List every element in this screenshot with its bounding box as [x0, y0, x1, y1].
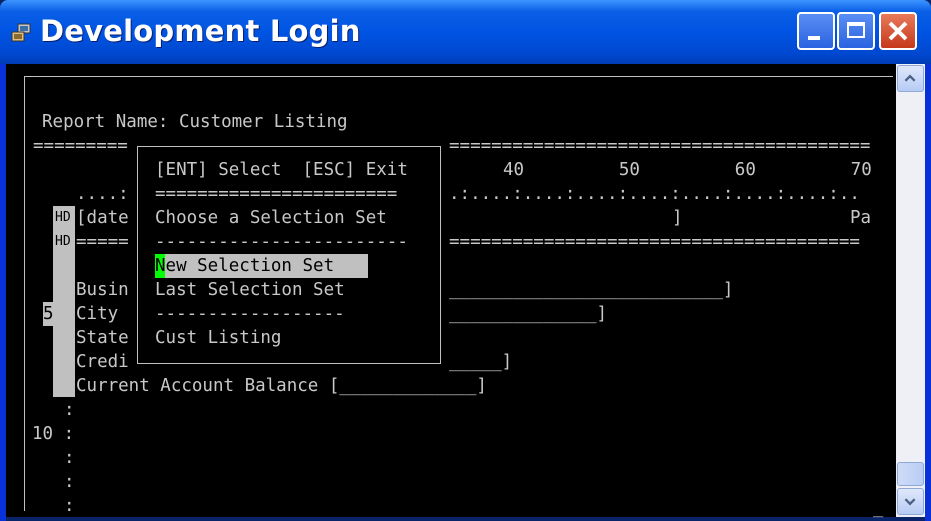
minimize-icon — [808, 36, 820, 40]
menu-item-cust-listing[interactable]: Cust Listing — [155, 326, 281, 350]
menu-header: [ENT] Select [ESC] Exit — [155, 160, 408, 180]
vertical-scrollbar[interactable] — [896, 64, 925, 517]
title-bar[interactable]: Development Login — [0, 0, 931, 64]
field-label-city: City — [76, 304, 119, 324]
menu-rule: ======================= — [155, 184, 398, 204]
separator-left: ========= — [33, 136, 128, 156]
ruler-numbers: 40 50 60 70 — [503, 160, 872, 180]
window-right-border — [925, 64, 931, 521]
field-input-business[interactable]: __________________________] — [449, 278, 733, 302]
page-label: Pa — [850, 208, 872, 228]
hd-label-1: HD — [55, 210, 71, 225]
date-field: [date — [76, 208, 129, 228]
chevron-down-icon — [904, 498, 916, 506]
menu-title: Choose a Selection Set — [155, 208, 387, 228]
chevron-up-icon — [904, 74, 916, 82]
separator2-right: ======================================= — [449, 232, 860, 252]
scroll-down-button[interactable] — [897, 488, 924, 515]
menu-divider2: ------------------ — [155, 304, 345, 324]
line-number-10: 10 : — [32, 424, 75, 444]
field-input-credit[interactable]: _____] — [449, 350, 512, 374]
maximize-icon — [847, 22, 865, 38]
line-colon: : — [64, 448, 75, 468]
ruler-left: ....: — [76, 184, 129, 204]
hd-label-2: HD — [55, 234, 71, 249]
minimize-button[interactable] — [797, 12, 835, 50]
menu-item-last-selection-set[interactable]: Last Selection Set — [155, 278, 345, 302]
field-label-state: State — [76, 328, 129, 348]
app-computer-icon — [11, 23, 31, 42]
menu-item-new-selection-set[interactable]: New Selection Set — [155, 254, 334, 278]
maximize-button[interactable] — [837, 12, 875, 50]
separator-right: ======================================== — [449, 136, 871, 156]
terminal-window: Development Login Report Name: Customer … — [0, 0, 931, 521]
menu-divider: ------------------------ — [155, 232, 408, 252]
report-name-line: Report Name: Customer Listing — [42, 112, 348, 132]
line-colon: : — [64, 496, 75, 516]
line-colon: : — [64, 400, 75, 420]
close-button[interactable] — [879, 12, 917, 50]
field-input-city[interactable]: ______________] — [449, 302, 607, 326]
close-icon — [888, 21, 908, 41]
field-label-credit: Credi — [76, 352, 129, 372]
line-colon: : — [64, 472, 75, 492]
scroll-up-button[interactable] — [897, 65, 924, 92]
separator2-left: ===== — [76, 232, 129, 252]
balance-line[interactable]: Current Account Balance [_____________] — [76, 374, 487, 398]
line-number-5: 5 — [43, 302, 54, 326]
header-bracket: ] — [672, 208, 683, 228]
scroll-thumb[interactable] — [897, 462, 924, 486]
ruler-right: .:....:....:....:....:....:....:....:.. — [449, 184, 860, 204]
field-label-business: Busin — [76, 280, 129, 300]
window-title: Development Login — [40, 14, 361, 48]
frame-corner: _ — [873, 498, 884, 518]
